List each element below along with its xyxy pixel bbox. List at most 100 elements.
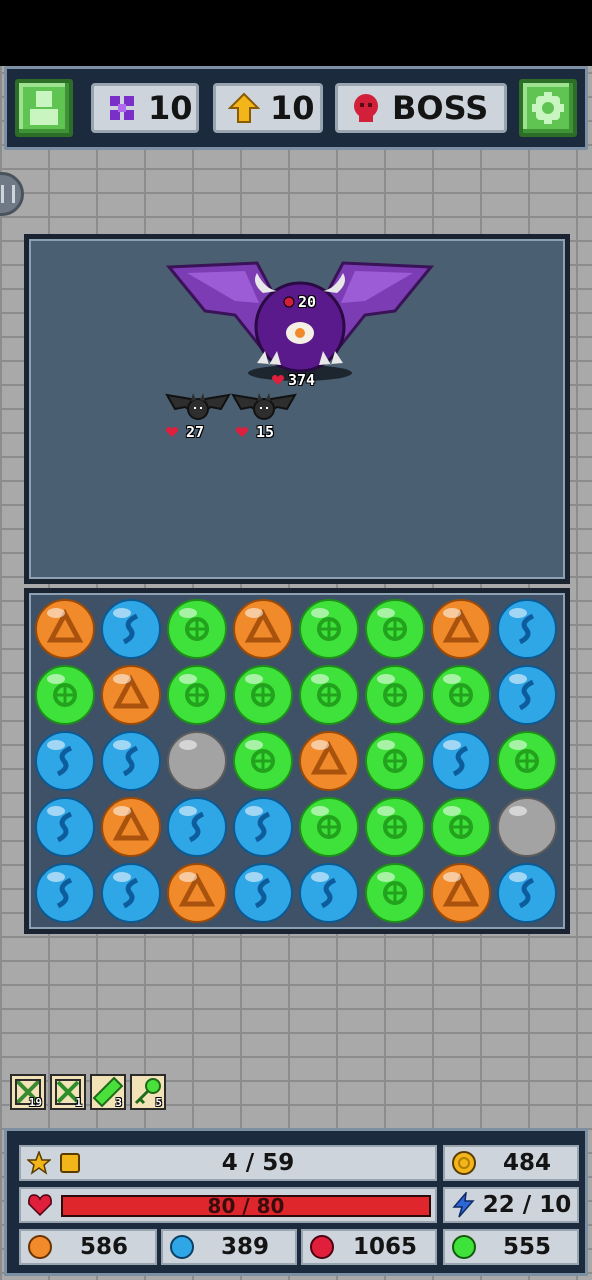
orange-orb[interactable] (34, 598, 96, 660)
green-orb[interactable] (364, 730, 426, 792)
blue-orb[interactable] (232, 796, 294, 858)
minion-2-hp-value: 15 (256, 423, 275, 441)
green-orb[interactable] (430, 796, 492, 858)
blue-orb[interactable] (232, 862, 294, 924)
green-orb[interactable] (298, 664, 360, 726)
mana-cell: 22 / 10 (443, 1187, 579, 1223)
green-orb-graphic (167, 599, 227, 659)
blue-orb-graphic (299, 863, 359, 923)
green-orb-graphic (365, 863, 425, 923)
orange-orb[interactable] (100, 664, 162, 726)
blue-orb[interactable] (496, 862, 558, 924)
powerup-x-grid[interactable]: 1 (50, 1074, 86, 1110)
green-orb[interactable] (298, 598, 360, 660)
powerup-bar: 19 1 3 5 (10, 1074, 166, 1110)
green-orb-graphic (35, 665, 95, 725)
profile-button[interactable] (15, 79, 73, 137)
powerup-key[interactable]: 5 (130, 1074, 166, 1110)
blue-orb-graphic (497, 665, 557, 725)
blue-orb[interactable] (496, 598, 558, 660)
minion-bat-1[interactable]: 27 (165, 389, 231, 445)
orange-orb[interactable] (100, 796, 162, 858)
blue-orb[interactable] (100, 598, 162, 660)
green-orb[interactable] (34, 664, 96, 726)
orange-total-value: 586 (79, 1234, 128, 1260)
blue-orb-graphic (233, 863, 293, 923)
orange-orb-graphic (101, 665, 161, 725)
blue-orb[interactable] (166, 796, 228, 858)
green-orb[interactable] (298, 796, 360, 858)
blue-orb[interactable] (430, 730, 492, 792)
powerup-bomb-grid[interactable]: 19 (10, 1074, 46, 1110)
green-orb[interactable] (166, 598, 228, 660)
blue-orb-graphic (497, 863, 557, 923)
boss-hp-value: 374 (288, 371, 316, 389)
level-value: 10 (270, 89, 315, 127)
green-orb[interactable] (496, 730, 558, 792)
heart-icon (236, 427, 248, 437)
orange-orb-graphic (35, 599, 95, 659)
blue-orb[interactable] (298, 862, 360, 924)
blue-orb-graphic (101, 863, 161, 923)
blue-orb-graphic (101, 599, 161, 659)
green-orb[interactable] (364, 796, 426, 858)
green-orb[interactable] (430, 664, 492, 726)
orange-orb[interactable] (430, 598, 492, 660)
green-orb[interactable] (364, 598, 426, 660)
blue-orb[interactable] (34, 796, 96, 858)
settings-button[interactable] (519, 79, 577, 137)
blue-orb-graphic (167, 797, 227, 857)
battle-area: 20 374 27 15 (24, 234, 570, 584)
mana-value: 22 / 10 (482, 1192, 572, 1218)
blue-total-value: 389 (220, 1234, 269, 1260)
green-total-cell: 555 (443, 1229, 579, 1265)
top-bar: 10 10 BOSS (4, 66, 588, 150)
blue-orb[interactable] (34, 862, 96, 924)
green-orb[interactable] (232, 730, 294, 792)
person-icon (30, 91, 58, 125)
blue-total-cell: 389 (161, 1229, 297, 1265)
blue-orb[interactable] (496, 664, 558, 726)
orange-orb[interactable] (166, 862, 228, 924)
green-orb-graphic (365, 731, 425, 791)
orange-orb[interactable] (430, 862, 492, 924)
powerup-count: 3 (115, 1096, 122, 1109)
level-counter: 10 (213, 83, 323, 133)
gems-value: 10 (148, 89, 193, 127)
green-orb-graphic (299, 797, 359, 857)
orange-orb-graphic (167, 863, 227, 923)
upgrade-arrow-icon (228, 92, 260, 123)
powerup-count: 1 (75, 1096, 82, 1109)
hp-value: 80 / 80 (207, 1194, 285, 1218)
red-total-value: 1065 (352, 1234, 417, 1260)
boss-enemy[interactable]: 20 374 (165, 253, 435, 389)
green-orb-graphic (497, 731, 557, 791)
green-orb[interactable] (232, 664, 294, 726)
green-orb[interactable] (364, 862, 426, 924)
powerup-slash[interactable]: 3 (90, 1074, 126, 1110)
gray-orb[interactable] (166, 730, 228, 792)
minion-bat-2[interactable]: 15 (231, 389, 297, 445)
green-orb-graphic (167, 665, 227, 725)
green-orb[interactable] (166, 664, 228, 726)
coin-icon (452, 1151, 476, 1175)
gear-icon (532, 92, 564, 124)
orange-orb[interactable] (232, 598, 294, 660)
blue-orb[interactable] (100, 862, 162, 924)
blue-orb[interactable] (34, 730, 96, 792)
blue-orb-graphic (35, 863, 95, 923)
boss-armor-label: 20 (283, 293, 316, 311)
orange-total-cell: 586 (19, 1229, 157, 1265)
blue-orb[interactable] (100, 730, 162, 792)
coins-cell: 484 (443, 1145, 579, 1181)
purple-rune-icon (110, 96, 134, 120)
green-orb[interactable] (364, 664, 426, 726)
orange-orb[interactable] (298, 730, 360, 792)
gray-orb[interactable] (496, 796, 558, 858)
green-orb-graphic (299, 665, 359, 725)
status-bar (0, 0, 592, 66)
green-orb-graphic (431, 665, 491, 725)
gray-orb-graphic (167, 731, 227, 791)
side-menu-tab[interactable] (0, 172, 24, 216)
stats-panel: 4 / 59 484 80 / 80 22 / 10 586 389 1065 (4, 1128, 588, 1276)
